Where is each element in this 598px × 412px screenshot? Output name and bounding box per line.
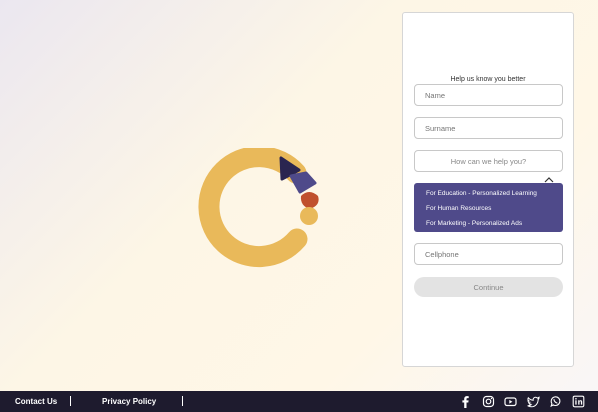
form-heading: Help us know you better	[450, 76, 526, 83]
privacy-policy-link[interactable]: Privacy Policy	[102, 391, 156, 412]
contact-us-link[interactable]: Contact Us	[15, 391, 57, 412]
option-education[interactable]: For Education - Personalized Learning	[414, 186, 563, 201]
brand-logo	[198, 148, 319, 267]
instagram-icon[interactable]	[482, 395, 495, 408]
twitter-icon[interactable]	[527, 395, 540, 408]
help-options-dropdown: For Education - Personalized Learning Fo…	[414, 183, 563, 232]
help-select[interactable]: How can we help you?	[414, 150, 563, 172]
footer-divider	[182, 396, 183, 406]
footer-divider	[70, 396, 71, 406]
youtube-icon[interactable]	[504, 395, 517, 408]
surname-input[interactable]	[414, 117, 563, 139]
linkedin-icon[interactable]	[572, 395, 585, 408]
continue-button[interactable]: Continue	[414, 277, 563, 297]
footer: Contact Us Privacy Policy	[0, 391, 598, 412]
name-input[interactable]	[414, 84, 563, 106]
cellphone-input[interactable]	[414, 243, 563, 265]
whatsapp-icon[interactable]	[549, 395, 562, 408]
facebook-icon[interactable]	[459, 395, 472, 408]
option-marketing[interactable]: For Marketing - Personalized Ads	[414, 216, 563, 231]
option-human-resources[interactable]: For Human Resources	[414, 201, 563, 216]
signup-card: Help us know you better How can we help …	[402, 12, 574, 367]
